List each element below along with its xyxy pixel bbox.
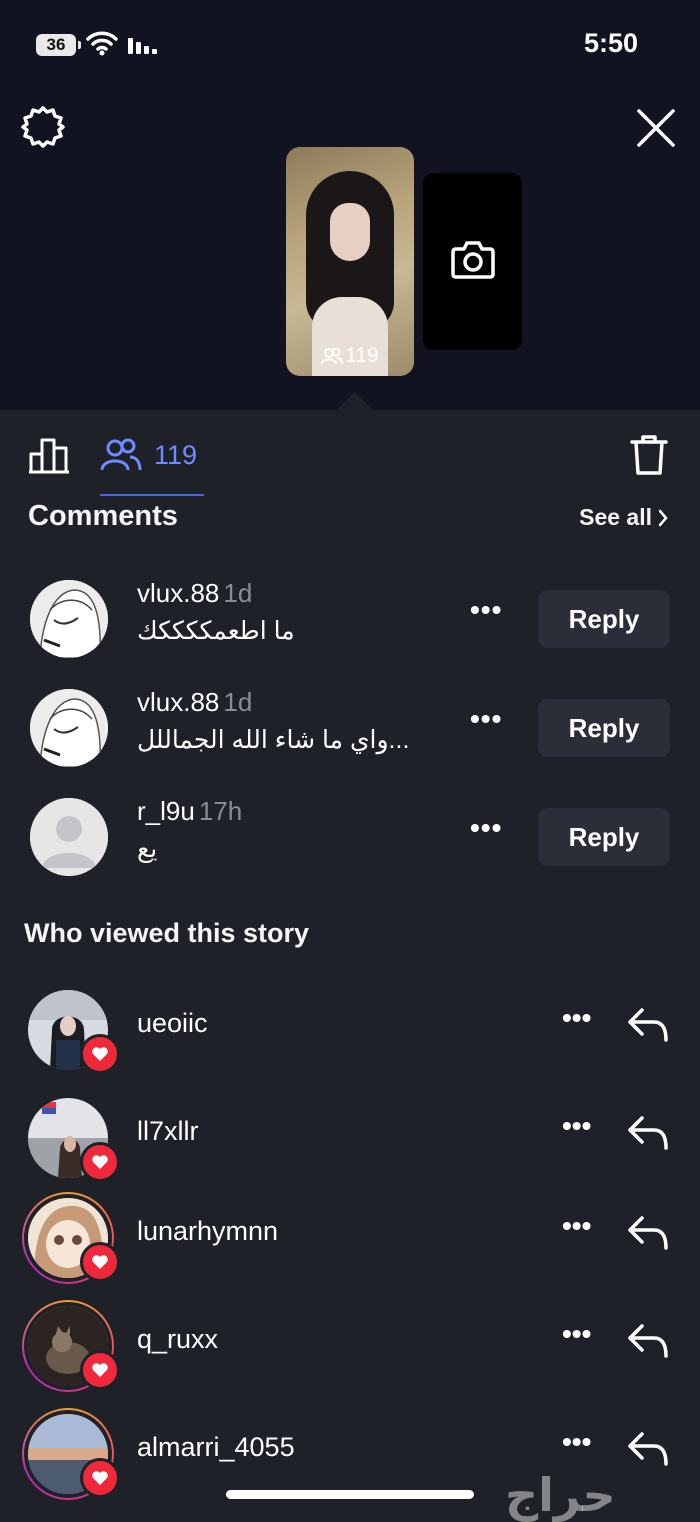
viewer-avatar[interactable]: [22, 1092, 120, 1184]
comment-row: vlux.88 1d ما اطعمككككك ••• Reply: [0, 578, 700, 680]
viewers-small-icon: [321, 347, 344, 365]
viewer-row[interactable]: ll7xllr •••: [0, 1092, 700, 1182]
selected-story-pointer: [337, 392, 373, 410]
comment-username[interactable]: vlux.88 1d: [137, 687, 252, 718]
reply-arrow-icon[interactable]: [626, 1006, 670, 1042]
viewer-avatar-story-ring[interactable]: [22, 1408, 120, 1500]
reply-button[interactable]: Reply: [538, 590, 670, 648]
viewer-username: ll7xllr: [137, 1116, 199, 1146]
status-bar: 36 5:50: [0, 26, 700, 66]
more-options-icon[interactable]: •••: [562, 1002, 591, 1034]
avatar[interactable]: [30, 580, 108, 658]
thumbnail-face-shape: [330, 203, 370, 261]
home-indicator[interactable]: [226, 1490, 474, 1499]
comment-username[interactable]: r_l9u 17h: [137, 796, 242, 827]
liked-heart-icon: [80, 1142, 120, 1182]
viewers-heading: Who viewed this story: [24, 918, 310, 948]
comment-text: واي ما شاء الله الجماللل...: [137, 726, 410, 754]
comment-username-text: vlux.88: [137, 687, 220, 717]
more-options-icon[interactable]: •••: [562, 1426, 591, 1458]
comment-row: vlux.88 1d واي ما شاء الله الجماللل... ••…: [0, 687, 700, 789]
liked-heart-icon: [80, 1458, 120, 1498]
more-options-icon[interactable]: •••: [562, 1110, 591, 1142]
viewer-username: q_ruxx: [137, 1324, 219, 1354]
comment-time: 17h: [198, 796, 243, 826]
avatar[interactable]: [30, 689, 108, 767]
comment-text: ما اطعمككككك: [137, 617, 295, 645]
viewer-avatar-story-ring[interactable]: [22, 1192, 120, 1284]
comment-username[interactable]: vlux.88 1d: [137, 578, 252, 609]
comments-heading: Comments: [28, 500, 178, 532]
bar-chart-icon[interactable]: [28, 434, 72, 474]
story-view-count: 119: [286, 344, 414, 368]
trash-icon[interactable]: [630, 434, 668, 476]
see-all-label: See all: [579, 504, 652, 530]
reply-arrow-icon[interactable]: [626, 1322, 670, 1358]
reply-arrow-icon[interactable]: [626, 1430, 670, 1466]
wifi-icon: [86, 31, 118, 56]
more-options-icon[interactable]: •••: [470, 594, 502, 626]
viewer-count: 119: [154, 440, 198, 470]
reply-button[interactable]: Reply: [538, 808, 670, 866]
viewer-row[interactable]: lunarhymnn •••: [0, 1192, 700, 1284]
reply-button[interactable]: Reply: [538, 699, 670, 757]
viewer-avatar[interactable]: [22, 984, 120, 1076]
settings-gear-icon[interactable]: [20, 104, 66, 150]
insights-tabs: 119: [0, 430, 700, 500]
liked-heart-icon: [80, 1034, 120, 1074]
viewer-avatar-story-ring[interactable]: [22, 1300, 120, 1392]
signal-icon: [128, 38, 157, 54]
more-options-icon[interactable]: •••: [562, 1318, 591, 1350]
more-options-icon[interactable]: •••: [470, 812, 502, 844]
see-all-link[interactable]: See all: [579, 504, 668, 531]
viewer-row[interactable]: ueoiic •••: [0, 984, 700, 1074]
tab-viewers[interactable]: 119: [100, 430, 204, 496]
chevron-right-icon: [658, 509, 668, 526]
reply-arrow-icon[interactable]: [626, 1214, 670, 1250]
add-story-card[interactable]: [423, 173, 522, 350]
viewer-username: lunarhymnn: [137, 1216, 279, 1246]
default-avatar-icon: [30, 798, 108, 876]
more-options-icon[interactable]: •••: [562, 1210, 591, 1242]
comment-username-text: vlux.88: [137, 578, 220, 608]
close-icon[interactable]: [636, 108, 676, 148]
story-view-count-value: 119: [345, 344, 379, 367]
comment-row: r_l9u 17h يع ••• Reply: [0, 796, 700, 898]
avatar[interactable]: [30, 798, 108, 876]
viewer-username: almarri_4055: [137, 1432, 295, 1462]
battery-indicator: 36: [36, 34, 81, 56]
comment-time: 1d: [223, 687, 253, 717]
comment-time: 1d: [223, 578, 253, 608]
more-options-icon[interactable]: •••: [470, 703, 502, 735]
reply-arrow-icon[interactable]: [626, 1114, 670, 1150]
viewer-username: ueoiic: [137, 1008, 208, 1038]
story-thumbnail[interactable]: 119: [286, 147, 414, 376]
viewer-row[interactable]: q_ruxx •••: [0, 1300, 700, 1392]
liked-heart-icon: [80, 1242, 120, 1282]
comment-text: يع: [137, 835, 158, 863]
liked-heart-icon: [80, 1350, 120, 1390]
viewers-icon: [100, 438, 142, 471]
clock: 5:50: [583, 28, 638, 58]
camera-icon: [451, 241, 495, 279]
comment-username-text: r_l9u: [137, 796, 195, 826]
